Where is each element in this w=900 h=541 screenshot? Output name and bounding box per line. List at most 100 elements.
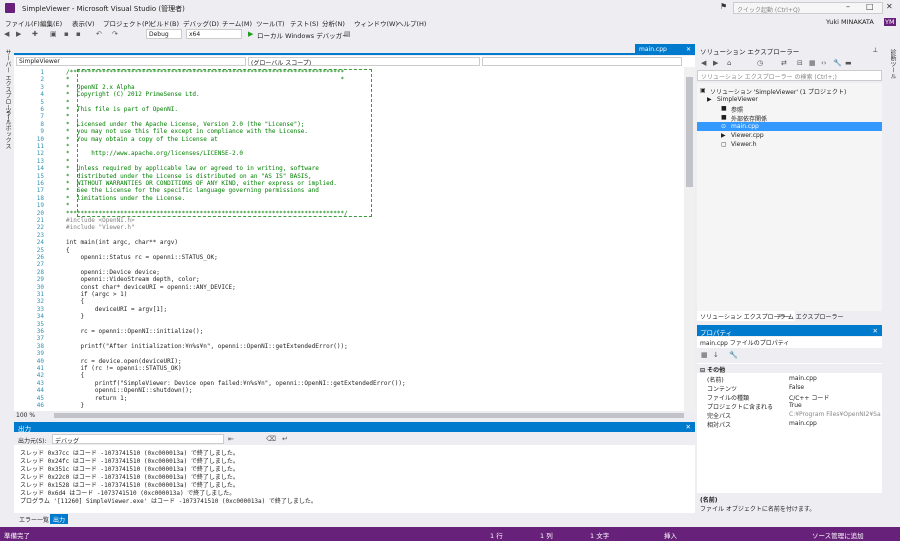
code-line[interactable]: * Unless required by applicable law or a…: [66, 165, 319, 172]
property-row[interactable]: コンテンツ False: [697, 383, 882, 393]
code-line[interactable]: * This file is part of OpenNI.: [66, 106, 178, 113]
save-all-icon[interactable]: ▪: [76, 30, 81, 38]
zoom-level[interactable]: 100 %: [16, 412, 35, 419]
code-line[interactable]: * *: [66, 76, 344, 83]
tree-item[interactable]: ■ 外部依存関係: [697, 113, 882, 123]
code-line[interactable]: openni::Status rc = openni::STATUS_OK;: [66, 254, 217, 261]
menu-build[interactable]: ビルド(B): [150, 18, 179, 28]
code-line[interactable]: int main(int argc, char** argv): [66, 239, 178, 246]
tree-item[interactable]: ■ 参照: [697, 104, 882, 114]
code-line[interactable]: {: [66, 247, 70, 254]
property-row[interactable]: ファイルの種類 C/C++ コード: [697, 392, 882, 402]
code-view-icon[interactable]: ‹›: [821, 59, 827, 67]
home-icon[interactable]: ⌂: [727, 59, 731, 67]
code-line[interactable]: if (argc > 1): [66, 291, 127, 298]
code-line[interactable]: * distributed under the License is distr…: [66, 173, 312, 180]
code-line[interactable]: rc = device.open(deviceURI);: [66, 358, 181, 365]
config-select[interactable]: Debug: [146, 29, 182, 39]
code-line[interactable]: openni::VideoStream depth, color;: [66, 276, 199, 283]
property-row[interactable]: 相対パス main.cpp: [697, 419, 882, 429]
tree-item[interactable]: ▶ SimpleViewer: [697, 95, 882, 104]
notification-flag-icon[interactable]: ⚑: [720, 2, 727, 11]
code-line[interactable]: printf("After initialization:¥n%s¥n", op…: [66, 343, 347, 350]
menu-edit[interactable]: 編集(E): [40, 18, 62, 28]
user-name[interactable]: Yuki MINAKATA: [826, 18, 874, 26]
word-wrap-icon[interactable]: ↵: [282, 435, 288, 443]
code-line[interactable]: *: [66, 99, 70, 106]
menu-project[interactable]: プロジェクト(P): [103, 18, 151, 28]
code-line[interactable]: #include <OpenNI.h>: [66, 217, 135, 224]
properties-icon[interactable]: 🔧: [833, 59, 842, 67]
categorized-icon[interactable]: ▦: [701, 351, 708, 359]
code-line[interactable]: * See the License for the specific langu…: [66, 187, 319, 194]
menu-view[interactable]: 表示(V): [72, 18, 95, 28]
panel-pin-icon[interactable]: ⊥: [872, 46, 878, 54]
preview-icon[interactable]: ▬: [845, 59, 852, 67]
code-line[interactable]: openni::Device device;: [66, 269, 159, 276]
minimize-icon[interactable]: –: [846, 2, 850, 11]
alphabetical-icon[interactable]: ↓: [713, 351, 719, 359]
property-row[interactable]: (名前) main.cpp: [697, 374, 882, 384]
save-icon[interactable]: ▪: [64, 30, 69, 38]
menu-test[interactable]: テスト(S): [290, 18, 319, 28]
property-row[interactable]: 完全パス C:¥Program Files¥OpenNI2¥Samp: [697, 410, 882, 420]
code-line[interactable]: }: [66, 313, 84, 320]
menu-team[interactable]: チーム(M): [222, 18, 252, 28]
properties-object-select[interactable]: main.cpp ファイルのプロパティ: [697, 337, 882, 348]
forward-icon[interactable]: ▶: [16, 30, 21, 38]
code-line[interactable]: *: [66, 202, 70, 209]
back-icon[interactable]: ◀: [701, 59, 706, 67]
code-line[interactable]: * WITHOUT WARRANTIES OR CONDITIONS OF AN…: [66, 180, 337, 187]
forward-icon[interactable]: ▶: [713, 59, 718, 67]
code-line[interactable]: * you may not use this file except in co…: [66, 128, 308, 135]
diagnostic-tools-tab[interactable]: 診断ツール: [888, 49, 897, 79]
code-line[interactable]: deviceURI = argv[1];: [66, 306, 167, 313]
property-pages-icon[interactable]: 🔧: [729, 351, 738, 359]
code-line[interactable]: if (rc != openni::STATUS_OK): [66, 365, 181, 372]
menu-analyze[interactable]: 分析(N): [322, 18, 345, 28]
panel-close-icon[interactable]: ✕: [873, 327, 878, 335]
history-icon[interactable]: ◷: [757, 59, 763, 67]
menu-debug[interactable]: デバッグ(D): [183, 18, 219, 28]
open-icon[interactable]: ▣: [50, 30, 57, 38]
tab-main-cpp[interactable]: main.cpp ✕: [635, 44, 695, 55]
code-line[interactable]: printf("SimpleViewer: Device open failed…: [66, 380, 406, 387]
editor-vertical-scrollbar[interactable]: [684, 67, 695, 411]
code-line[interactable]: * Licensed under the Apache License, Ver…: [66, 121, 304, 128]
collapse-icon[interactable]: ⊟: [797, 59, 803, 67]
run-button[interactable]: ローカル Windows デバッガー: [257, 30, 349, 40]
maximize-icon[interactable]: □: [866, 2, 874, 11]
editor-horizontal-scrollbar[interactable]: [54, 413, 684, 418]
code-line[interactable]: * Copyright (C) 2012 PrimeSense Ltd.: [66, 91, 200, 98]
code-line[interactable]: ****************************************…: [66, 210, 348, 217]
scrollbar-thumb[interactable]: [686, 77, 693, 187]
code-line[interactable]: * http://www.apache.org/licenses/LICENSE…: [66, 150, 243, 157]
tab-error-list[interactable]: エラー一覧: [16, 514, 53, 524]
code-line[interactable]: *: [66, 143, 70, 150]
undo-icon[interactable]: ↶: [96, 30, 102, 38]
toolbar-extra-icon[interactable]: ▤: [344, 30, 351, 38]
project-nav-select[interactable]: SimpleViewer: [16, 57, 246, 66]
new-project-icon[interactable]: ✚: [32, 30, 38, 38]
property-row[interactable]: プロジェクトに含まれる True: [697, 401, 882, 411]
member-nav-select[interactable]: [482, 57, 682, 66]
code-line[interactable]: rc = openni::OpenNI::initialize();: [66, 328, 203, 335]
menu-help[interactable]: ヘルプ(H): [397, 18, 426, 28]
back-icon[interactable]: ◀: [4, 30, 9, 38]
output-text[interactable]: スレッド 0x37cc はコード -1073741510 (0xc000013a…: [14, 445, 695, 513]
code-editor[interactable]: 1 /**************************************…: [14, 67, 684, 411]
clear-all-icon[interactable]: ⌫: [266, 435, 276, 443]
menu-tools[interactable]: ツール(T): [256, 18, 285, 28]
sync-icon[interactable]: ⇄: [781, 59, 787, 67]
code-line[interactable]: *: [66, 158, 70, 165]
tab-team-explorer[interactable]: チーム エクスプローラー: [773, 311, 847, 321]
close-icon[interactable]: ✕: [886, 2, 893, 11]
toolbox-tab[interactable]: ツールボックス: [3, 107, 12, 149]
menu-file[interactable]: ファイル(F): [5, 18, 40, 28]
code-line[interactable]: return 1;: [66, 395, 128, 402]
show-all-icon[interactable]: ▦: [809, 59, 816, 67]
tree-item[interactable]: ▶ Viewer.cpp: [697, 131, 882, 140]
play-icon[interactable]: ▶: [248, 30, 253, 38]
solution-search-input[interactable]: ソリューション エクスプローラー の検索 (Ctrl+;): [697, 70, 882, 81]
code-line[interactable]: *: [66, 113, 70, 120]
